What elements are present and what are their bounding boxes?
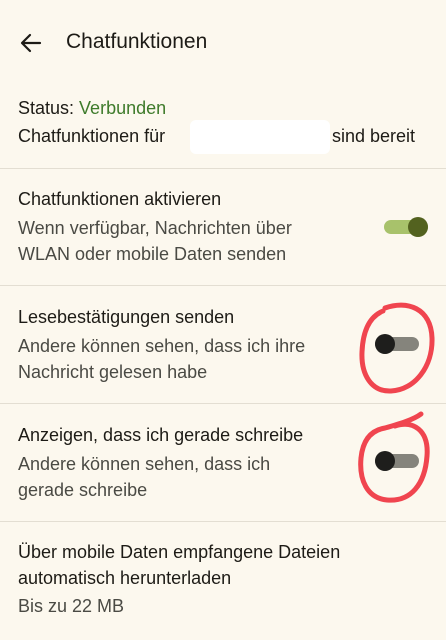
- setting-read-receipts[interactable]: Lesebestätigungen senden Andere können s…: [0, 286, 446, 403]
- setting-title-line2: automatisch herunterladen: [18, 568, 232, 588]
- toggle-thumb: [375, 334, 395, 354]
- setting-title: Chatfunktionen aktivieren: [18, 189, 222, 209]
- toggle-thumb: [375, 451, 395, 471]
- toggle-enable-chat-features[interactable]: [384, 217, 428, 237]
- toggle-thumb: [408, 217, 428, 237]
- toggle-typing-indicator[interactable]: [375, 451, 419, 471]
- setting-title: Lesebestätigungen senden: [18, 307, 235, 327]
- status-line: Status: Verbunden: [18, 96, 166, 121]
- arrow-back-icon: [20, 33, 42, 53]
- setting-summary-line2: Nachricht gelesen habe: [18, 362, 208, 382]
- setting-title-line1: Über mobile Daten empfangene Dateien: [18, 542, 341, 562]
- setting-title: Anzeigen, dass ich gerade schreibe: [18, 425, 304, 445]
- status-value: Verbunden: [79, 98, 167, 118]
- status-detail-suffix: sind bereit: [332, 126, 416, 146]
- page-title: Chatfunktionen: [66, 30, 208, 53]
- setting-auto-download-mobile-data[interactable]: Über mobile Daten empfangene Dateien aut…: [0, 522, 446, 640]
- setting-enable-chat-features[interactable]: Chatfunktionen aktivieren Wenn verfügbar…: [0, 169, 446, 285]
- setting-summary-line1: Andere können sehen, dass ich: [18, 454, 271, 474]
- status-label: Status:: [18, 98, 75, 118]
- setting-summary-line1: Wenn verfügbar, Nachrichten über: [18, 218, 292, 238]
- setting-summary-line2: WLAN oder mobile Daten senden: [18, 244, 287, 264]
- redacted-phone-number: [190, 120, 330, 154]
- setting-summary-line1: Andere können sehen, dass ich ihre: [18, 336, 306, 356]
- setting-typing-indicator[interactable]: Anzeigen, dass ich gerade schreibe Ander…: [0, 404, 446, 521]
- top-app-bar: Chatfunktionen: [0, 0, 446, 84]
- setting-summary-line2: gerade schreibe: [18, 480, 148, 500]
- back-button[interactable]: [14, 26, 48, 60]
- status-detail-prefix: Chatfunktionen für: [18, 126, 166, 146]
- toggle-read-receipts[interactable]: [375, 334, 419, 354]
- setting-summary: Bis zu 22 MB: [18, 596, 125, 616]
